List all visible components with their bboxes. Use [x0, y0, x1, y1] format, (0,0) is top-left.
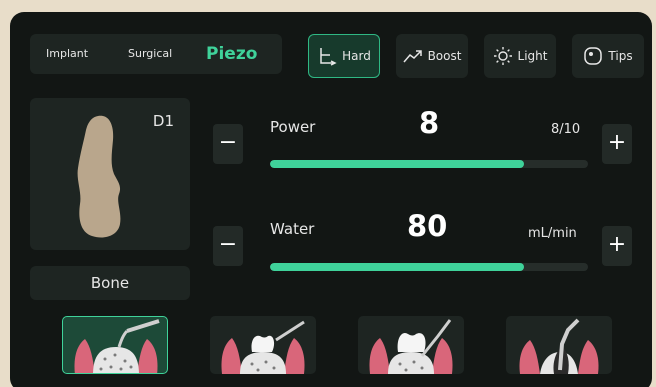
tips-label: Tips	[608, 49, 633, 63]
power-slider-fill	[270, 160, 525, 168]
hard-button[interactable]: Hard	[308, 34, 380, 78]
water-value: 80	[407, 209, 448, 243]
light-button[interactable]: Light	[484, 34, 556, 78]
boost-label: Boost	[427, 49, 462, 63]
hard-icon	[320, 48, 337, 66]
tip-option-molar[interactable]	[358, 316, 464, 374]
power-increase-button[interactable]: +	[602, 124, 632, 164]
bone-density-card[interactable]: D1	[30, 98, 190, 250]
device-screen: Implant Surgical Piezo Hard Boost Light	[10, 12, 652, 387]
mode-implant[interactable]: Implant	[46, 34, 88, 74]
water-unit: mL/min	[528, 226, 577, 241]
implant-tip-icon	[74, 319, 160, 373]
power-label: Power	[270, 118, 316, 136]
root-tip-icon	[519, 318, 599, 374]
tip-option-crown[interactable]	[210, 316, 316, 374]
tip-icon	[584, 47, 603, 65]
bone-shape-icon	[77, 115, 121, 238]
water-increase-button[interactable]: +	[602, 226, 632, 266]
water-slider-fill	[270, 263, 525, 271]
trend-up-icon	[402, 50, 422, 63]
bone-density-value: D1	[152, 112, 174, 130]
tip-option-implant[interactable]	[62, 316, 168, 374]
tip-option-root[interactable]	[506, 316, 612, 374]
water-decrease-button[interactable]: −	[213, 226, 243, 266]
sun-icon	[493, 47, 512, 65]
bone-label: Bone	[30, 266, 190, 300]
crown-tip-icon	[221, 320, 305, 374]
hard-label: Hard	[342, 49, 371, 63]
power-decrease-button[interactable]: −	[213, 124, 243, 164]
power-range: 8/10	[551, 122, 581, 137]
molar-tip-icon	[369, 319, 453, 374]
power-value: 8	[419, 106, 440, 140]
light-label: Light	[517, 49, 548, 63]
water-label: Water	[270, 220, 315, 238]
mode-surgical[interactable]: Surgical	[128, 34, 172, 74]
tips-button[interactable]: Tips	[572, 34, 644, 78]
power-slider[interactable]	[270, 160, 588, 168]
mode-selector: Implant Surgical Piezo	[30, 34, 282, 74]
water-slider[interactable]	[270, 263, 588, 271]
mode-piezo[interactable]: Piezo	[206, 34, 257, 74]
boost-button[interactable]: Boost	[396, 34, 468, 78]
